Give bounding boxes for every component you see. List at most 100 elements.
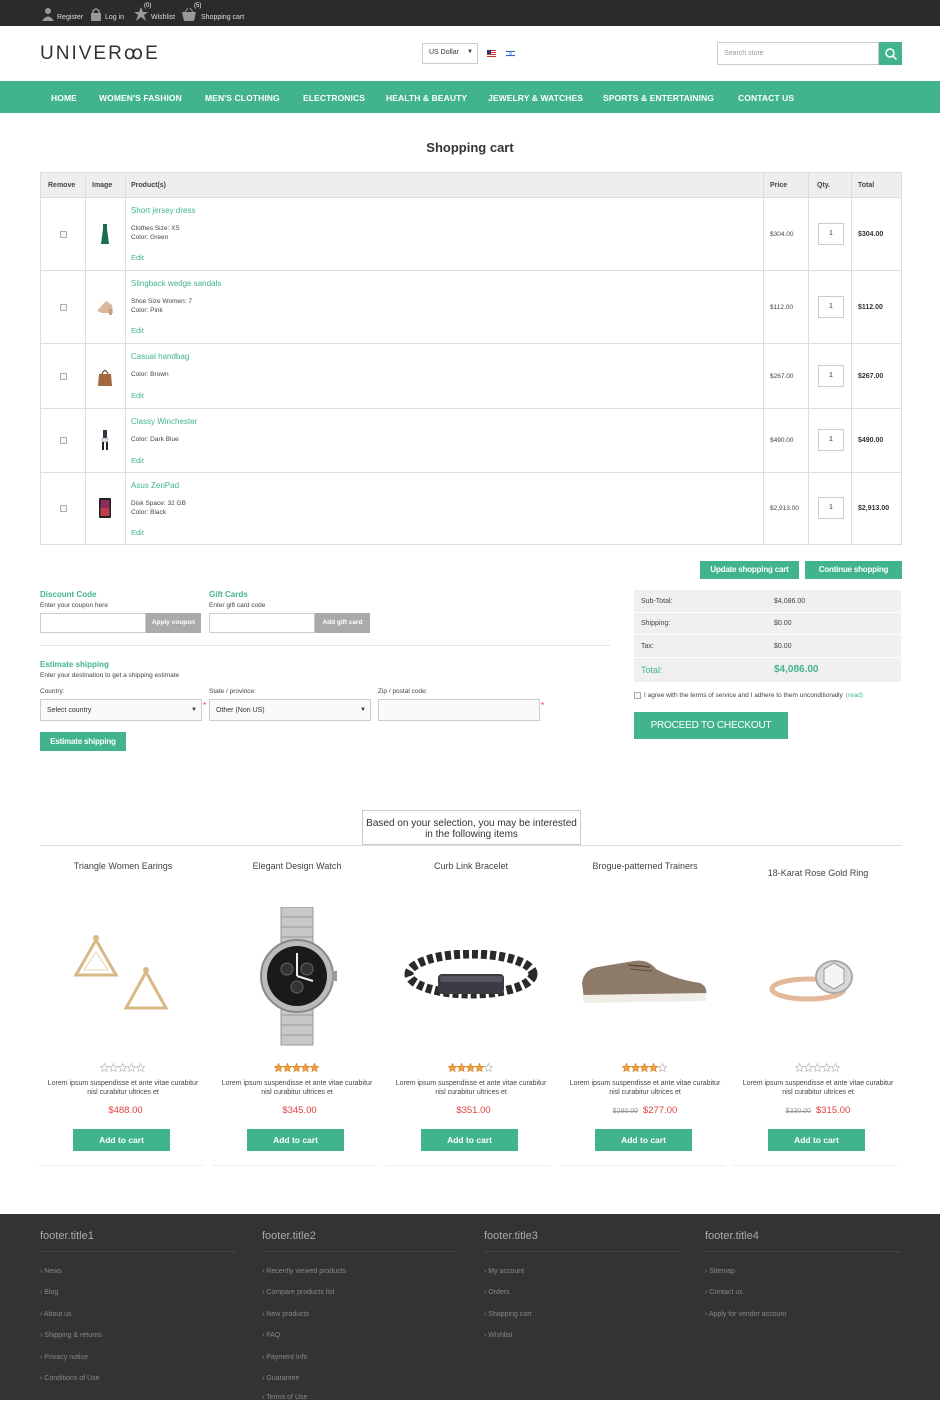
product-attr: Color: Green bbox=[131, 234, 169, 241]
add-to-cart-button[interactable]: Add to cart bbox=[421, 1129, 518, 1151]
footer-link[interactable]: › Compare products list bbox=[262, 1289, 334, 1296]
product-name-link[interactable]: Asus ZenPad bbox=[131, 481, 179, 490]
star-filled-icon bbox=[301, 1063, 310, 1072]
product-description: Lorem ipsum suspendisse et ante vitae cu… bbox=[221, 1080, 373, 1096]
israel-flag-icon[interactable] bbox=[506, 50, 515, 57]
country-select[interactable]: Select country ▼ bbox=[40, 699, 202, 721]
footer-link[interactable]: › News bbox=[40, 1268, 62, 1275]
footer-link[interactable]: › New products bbox=[262, 1311, 309, 1318]
footer-link[interactable]: › My account bbox=[484, 1268, 524, 1275]
search-button[interactable] bbox=[879, 42, 902, 65]
nav-health-beauty[interactable]: HEALTH & BEAUTY bbox=[386, 93, 467, 103]
site-logo[interactable]: UNIVERꝏE bbox=[40, 42, 160, 65]
qty-input[interactable]: 1 bbox=[818, 223, 844, 245]
footer-link[interactable]: › FAQ bbox=[262, 1332, 280, 1339]
edit-link[interactable]: Edit bbox=[131, 326, 144, 335]
footer-link[interactable]: › Conditions of Use bbox=[40, 1375, 100, 1382]
tablet-icon[interactable] bbox=[94, 496, 116, 520]
product-title[interactable]: Brogue-patterned Trainers bbox=[560, 861, 730, 871]
footer-link[interactable]: › Shopping cart bbox=[484, 1311, 531, 1318]
edit-link[interactable]: Edit bbox=[131, 253, 144, 262]
footer-link[interactable]: › Blog bbox=[40, 1289, 58, 1296]
footer-link[interactable]: › About us bbox=[40, 1311, 72, 1318]
product-title[interactable]: 18-Karat Rose Gold Ring bbox=[733, 868, 903, 878]
footer-link[interactable]: › Shipping & returns bbox=[40, 1332, 102, 1339]
bracelet-image[interactable] bbox=[404, 950, 538, 1002]
terms-checkbox[interactable] bbox=[634, 692, 641, 699]
edit-link[interactable]: Edit bbox=[131, 391, 144, 400]
remove-checkbox[interactable] bbox=[60, 373, 67, 380]
product-name-link[interactable]: Slingback wedge sandals bbox=[131, 279, 221, 288]
remove-checkbox[interactable] bbox=[60, 231, 67, 238]
terms-row: I agree with the terms of service and I … bbox=[634, 692, 863, 699]
remove-checkbox[interactable] bbox=[60, 304, 67, 311]
product-name-link[interactable]: Short jersey dress bbox=[131, 206, 195, 215]
sandal-icon[interactable] bbox=[94, 295, 116, 319]
coupon-input[interactable] bbox=[40, 613, 146, 633]
footer-link[interactable]: › Wishlist bbox=[484, 1332, 512, 1339]
currency-select[interactable]: US Dollar ▼ bbox=[422, 43, 478, 64]
outfit-icon[interactable] bbox=[94, 428, 116, 452]
footer-link[interactable]: › Sitemap bbox=[705, 1268, 735, 1275]
shoe-image[interactable] bbox=[578, 955, 712, 1009]
nav-contact[interactable]: CONTACT US bbox=[738, 93, 794, 103]
checkout-button[interactable]: PROCEED TO CHECKOUT bbox=[634, 712, 788, 739]
add-to-cart-button[interactable]: Add to cart bbox=[595, 1129, 692, 1151]
login-link[interactable]: Log in bbox=[90, 5, 124, 21]
product-title[interactable]: Curb Link Bracelet bbox=[386, 861, 556, 871]
continue-shopping-button[interactable]: Continue shopping bbox=[805, 561, 902, 579]
add-to-cart-button[interactable]: Add to cart bbox=[768, 1129, 865, 1151]
current-price: $351.00 bbox=[456, 1105, 491, 1116]
nav-womens-fashion[interactable]: WOMEN'S FASHION bbox=[99, 93, 182, 103]
qty-input[interactable]: 1 bbox=[818, 429, 844, 451]
qty-input[interactable]: 1 bbox=[818, 365, 844, 387]
estimate-shipping-button[interactable]: Estimate shipping bbox=[40, 732, 126, 751]
footer-link[interactable]: › Apply for vendor account bbox=[705, 1311, 786, 1318]
remove-checkbox[interactable] bbox=[60, 505, 67, 512]
nav-sports[interactable]: SPORTS & ENTERTAINING bbox=[603, 93, 714, 103]
cart-row: Short jersey dress Clothes Size: XS Colo… bbox=[41, 198, 901, 271]
dress-icon[interactable] bbox=[94, 222, 116, 246]
nav-mens-clothing[interactable]: MEN'S CLOTHING bbox=[205, 93, 280, 103]
product-name-link[interactable]: Casual handbag bbox=[131, 352, 189, 361]
add-to-cart-button[interactable]: Add to cart bbox=[247, 1129, 344, 1151]
star-filled-icon bbox=[457, 1063, 466, 1072]
product-title[interactable]: Elegant Design Watch bbox=[212, 861, 382, 871]
zip-input[interactable] bbox=[378, 699, 540, 721]
us-flag-icon[interactable] bbox=[487, 50, 496, 57]
handbag-icon[interactable] bbox=[94, 364, 116, 388]
terms-read-link[interactable]: (read) bbox=[846, 692, 863, 699]
apply-coupon-button[interactable]: Apply coupon bbox=[146, 613, 201, 633]
footer-link[interactable]: › Privacy notice bbox=[40, 1354, 88, 1361]
footer-link[interactable]: › Payment Info bbox=[262, 1354, 308, 1361]
nav-jewelry-watches[interactable]: JEWELRY & WATCHES bbox=[488, 93, 583, 103]
earrings-image[interactable] bbox=[68, 930, 178, 1020]
footer-link[interactable]: › Guarantee bbox=[262, 1375, 299, 1382]
search-input[interactable]: Search store bbox=[717, 42, 879, 65]
state-select[interactable]: Other (Non US) ▼ bbox=[209, 699, 371, 721]
ring-image[interactable] bbox=[768, 955, 868, 1005]
cart-link[interactable]: (5) Shopping cart bbox=[182, 3, 244, 21]
wishlist-link[interactable]: (0) Wishlist bbox=[134, 3, 175, 21]
nav-home[interactable]: HOME bbox=[51, 93, 77, 103]
edit-link[interactable]: Edit bbox=[131, 456, 144, 465]
edit-link[interactable]: Edit bbox=[131, 528, 144, 537]
lock-icon bbox=[91, 8, 101, 21]
register-link[interactable]: Register bbox=[42, 5, 83, 21]
add-giftcard-button[interactable]: Add gift card bbox=[315, 613, 370, 633]
qty-input[interactable]: 1 bbox=[818, 296, 844, 318]
watch-image[interactable] bbox=[257, 907, 337, 1047]
product-name-link[interactable]: Classy Winchester bbox=[131, 417, 197, 426]
chevron-down-icon: ▼ bbox=[191, 707, 197, 713]
remove-checkbox[interactable] bbox=[60, 437, 67, 444]
current-price: $345.00 bbox=[282, 1105, 317, 1116]
giftcard-input[interactable] bbox=[209, 613, 315, 633]
footer-link[interactable]: › Contact us bbox=[705, 1289, 743, 1296]
add-to-cart-button[interactable]: Add to cart bbox=[73, 1129, 170, 1151]
nav-electronics[interactable]: ELECTRONICS bbox=[303, 93, 365, 103]
qty-input[interactable]: 1 bbox=[818, 497, 844, 519]
update-cart-button[interactable]: Update shopping cart bbox=[700, 561, 799, 579]
product-title[interactable]: Triangle Women Earings bbox=[38, 861, 208, 871]
footer-link[interactable]: › Recently viewed products bbox=[262, 1268, 346, 1275]
footer-link[interactable]: › Orders bbox=[484, 1289, 510, 1296]
